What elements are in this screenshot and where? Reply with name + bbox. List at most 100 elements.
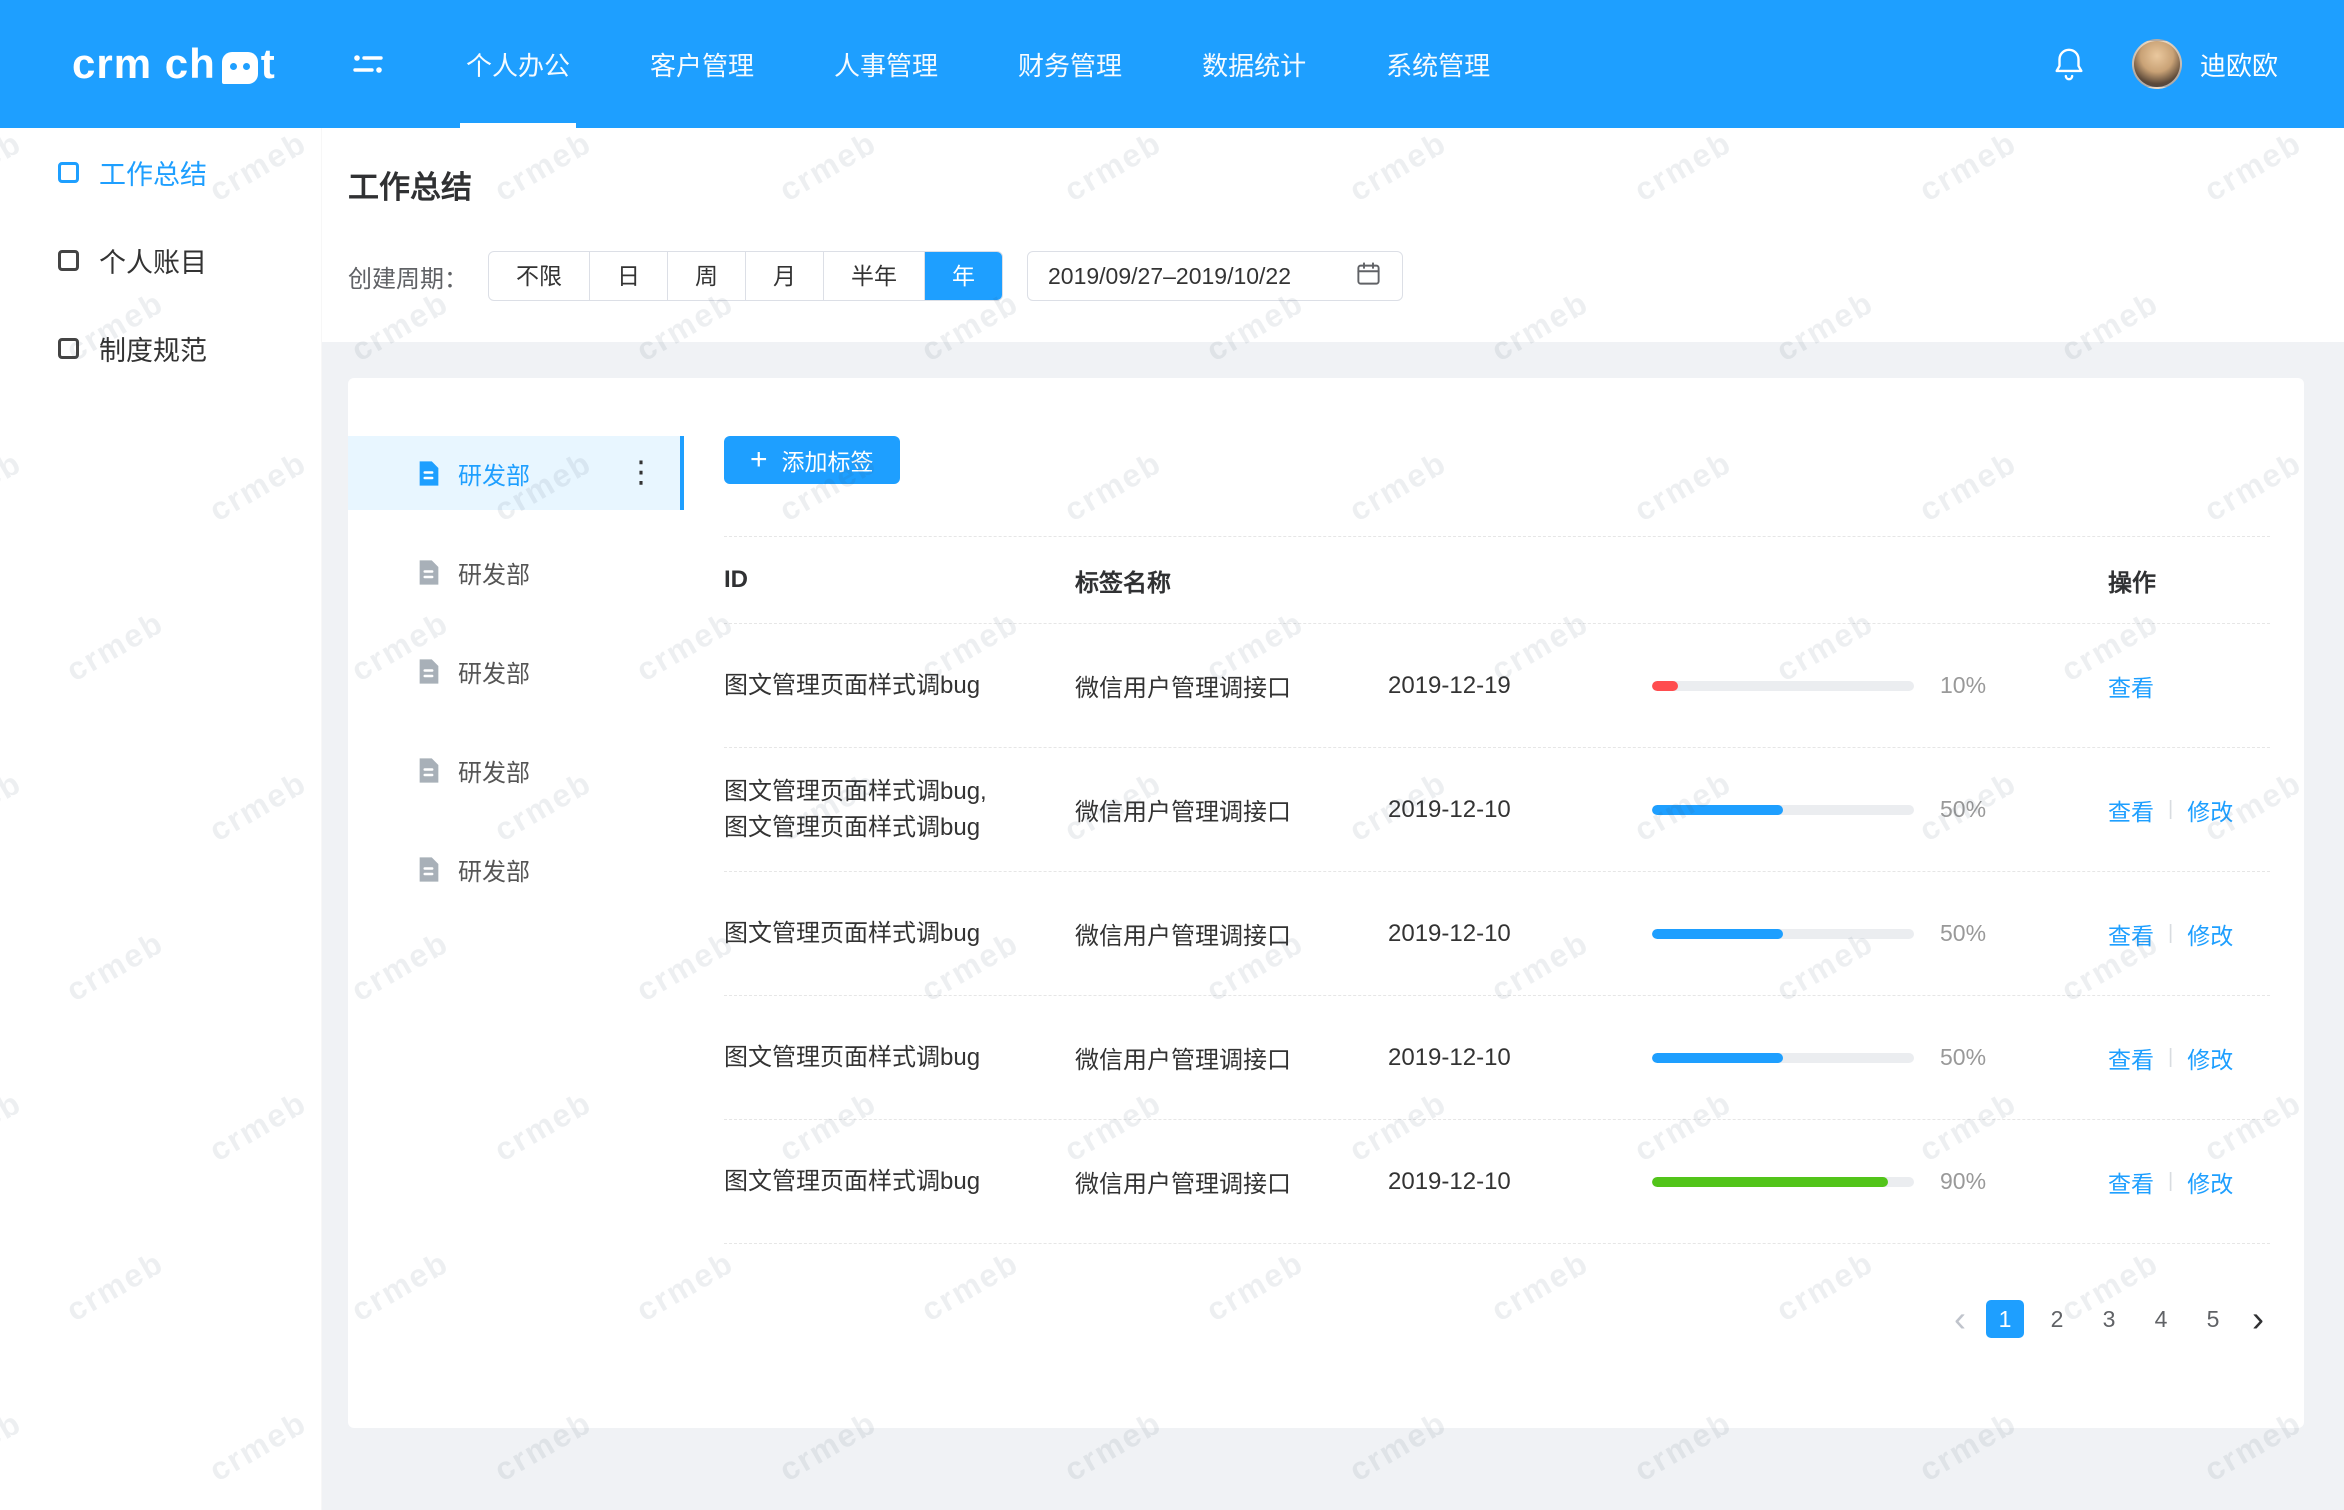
- action-link[interactable]: 修改: [2187, 793, 2233, 827]
- progress-bar: [1652, 1053, 1914, 1063]
- cell-id: 图文管理页面样式调bug: [724, 1164, 1075, 1200]
- menu-square-icon: [58, 162, 79, 183]
- cell-tag-name: 微信用户管理调接口: [1075, 916, 1388, 951]
- notification-bell-icon[interactable]: [2050, 45, 2088, 83]
- document-icon: [418, 460, 440, 487]
- cell-actions: 查看 | 修改: [2108, 917, 2270, 951]
- page-header: 工作总结 创建周期： 不限日周月半年年 2019/09/27–2019/10/2…: [322, 128, 2344, 342]
- filter-label: 创建周期：: [348, 259, 468, 294]
- period-option[interactable]: 年: [925, 252, 1002, 300]
- nav-item[interactable]: 人事管理: [834, 0, 938, 128]
- cell-tag-name: 微信用户管理调接口: [1075, 668, 1388, 703]
- period-option[interactable]: 日: [590, 252, 668, 300]
- page-title: 工作总结: [348, 162, 2344, 207]
- action-separator: |: [2168, 922, 2173, 945]
- menu-square-icon: [58, 338, 79, 359]
- progress-bar-fill: [1652, 929, 1783, 939]
- cell-actions: 查看|修改: [2108, 1041, 2270, 1075]
- page-number[interactable]: 5: [2194, 1300, 2232, 1338]
- filter-row: 创建周期： 不限日周月半年年 2019/09/27–2019/10/22: [348, 251, 2344, 301]
- sidebar-menu: 工作总结个人账目制度规范: [0, 128, 321, 392]
- table-body: 图文管理页面样式调bug微信用户管理调接口2019-12-1910%查看图文管理…: [724, 624, 2270, 1244]
- col-header-action: 操作: [2108, 563, 2270, 598]
- period-option[interactable]: 半年: [824, 252, 925, 300]
- progress-bar: [1652, 929, 1914, 939]
- cell-date: 2019-12-10: [1388, 1044, 1652, 1072]
- date-range-input[interactable]: 2019/09/27–2019/10/22: [1027, 251, 1403, 301]
- col-header-id: ID: [724, 566, 1075, 594]
- progress-percent: 50%: [1940, 1044, 1986, 1071]
- action-separator: |: [2168, 798, 2173, 821]
- sidebar-item[interactable]: 制度规范: [0, 304, 321, 392]
- department-label: 研发部: [458, 456, 530, 491]
- progress-bar-fill: [1652, 805, 1783, 815]
- action-link[interactable]: 查看: [2108, 1041, 2154, 1075]
- period-option[interactable]: 周: [668, 252, 746, 300]
- col-header-name: 标签名称: [1075, 563, 1388, 598]
- period-option[interactable]: 月: [746, 252, 824, 300]
- page-number[interactable]: 1: [1986, 1300, 2024, 1338]
- sidebar-item[interactable]: 工作总结: [0, 128, 321, 216]
- action-link[interactable]: 修改: [2187, 1041, 2233, 1075]
- sidebar-item[interactable]: 个人账目: [0, 216, 321, 304]
- progress-bar-fill: [1652, 681, 1678, 691]
- menu-toggle-icon[interactable]: [348, 44, 388, 84]
- action-separator: |: [2168, 1170, 2173, 1193]
- username[interactable]: 迪欧欧: [2200, 46, 2278, 83]
- cell-id: 图文管理页面样式调bug: [724, 668, 1075, 704]
- add-tag-button[interactable]: + 添加标签: [724, 436, 900, 484]
- prev-page-icon[interactable]: ‹: [1948, 1301, 1972, 1337]
- sidebar: 工作总结个人账目制度规范: [0, 128, 322, 1510]
- department-item[interactable]: 研发部 ⋮: [348, 436, 684, 510]
- page-number[interactable]: 3: [2090, 1300, 2128, 1338]
- action-link[interactable]: 查看: [2108, 1165, 2154, 1199]
- brand-logo: crm cht: [0, 40, 322, 88]
- department-list: 研发部⋮研发部研发部研发部研发部: [348, 378, 684, 1428]
- department-label: 研发部: [458, 852, 530, 887]
- action-link[interactable]: 查看: [2108, 793, 2154, 827]
- cell-id: 图文管理页面样式调bug,图文管理页面样式调bug: [724, 774, 1075, 846]
- action-link[interactable]: 查看: [2108, 917, 2154, 951]
- cell-progress: 50%: [1652, 1044, 2108, 1071]
- nav-item[interactable]: 个人办公: [466, 0, 570, 128]
- logo-text-prefix: crm ch: [72, 40, 216, 88]
- top-nav: 个人办公客户管理人事管理财务管理数据统计系统管理: [466, 0, 1570, 128]
- table-row: 图文管理页面样式调bug微信用户管理调接口2019-12-1910%查看: [724, 624, 2270, 748]
- cell-tag-name: 微信用户管理调接口: [1075, 1040, 1388, 1075]
- cell-date: 2019-12-10: [1388, 920, 1652, 948]
- department-item[interactable]: 研发部: [348, 634, 684, 708]
- period-segmented-control: 不限日周月半年年: [488, 251, 1003, 301]
- page-number[interactable]: 2: [2038, 1300, 2076, 1338]
- more-options-icon[interactable]: ⋮: [626, 458, 656, 488]
- content-card: 研发部⋮研发部研发部研发部研发部 + 添加标签 ID 标签名称 操作 图文管理页…: [348, 378, 2304, 1428]
- nav-item[interactable]: 系统管理: [1386, 0, 1490, 128]
- next-page-icon[interactable]: ›: [2246, 1301, 2270, 1337]
- nav-item[interactable]: 数据统计: [1202, 0, 1306, 128]
- cell-actions: 查看: [2108, 669, 2270, 703]
- cell-progress: 90%: [1652, 1168, 2108, 1195]
- nav-item[interactable]: 财务管理: [1018, 0, 1122, 128]
- topbar-right: 迪欧欧: [2050, 39, 2344, 89]
- table-row: 图文管理页面样式调bug微信用户管理调接口2019-12-1090%查看 | 修改: [724, 1120, 2270, 1244]
- avatar[interactable]: [2132, 39, 2182, 89]
- action-link[interactable]: 修改: [2187, 1165, 2233, 1199]
- progress-bar-fill: [1652, 1177, 1888, 1187]
- cell-date: 2019-12-10: [1388, 1168, 1652, 1196]
- progress-percent: 10%: [1940, 672, 1986, 699]
- cell-progress: 10%: [1652, 672, 2108, 699]
- action-link[interactable]: 查看: [2108, 669, 2154, 703]
- nav-item[interactable]: 客户管理: [650, 0, 754, 128]
- cell-tag-name: 微信用户管理调接口: [1075, 1164, 1388, 1199]
- department-item[interactable]: 研发部: [348, 733, 684, 807]
- table-row: 图文管理页面样式调bug微信用户管理调接口2019-12-1050%查看|修改: [724, 996, 2270, 1120]
- department-item[interactable]: 研发部: [348, 832, 684, 906]
- period-option[interactable]: 不限: [489, 252, 590, 300]
- action-link[interactable]: 修改: [2187, 917, 2233, 951]
- table-area: + 添加标签 ID 标签名称 操作 图文管理页面样式调bug微信用户管理调接口2…: [684, 378, 2304, 1428]
- page-number[interactable]: 4: [2142, 1300, 2180, 1338]
- sidebar-item-label: 个人账目: [99, 241, 207, 280]
- department-item[interactable]: 研发部: [348, 535, 684, 609]
- cell-actions: 查看 | 修改: [2108, 793, 2270, 827]
- document-icon: [418, 658, 440, 685]
- document-icon: [418, 757, 440, 784]
